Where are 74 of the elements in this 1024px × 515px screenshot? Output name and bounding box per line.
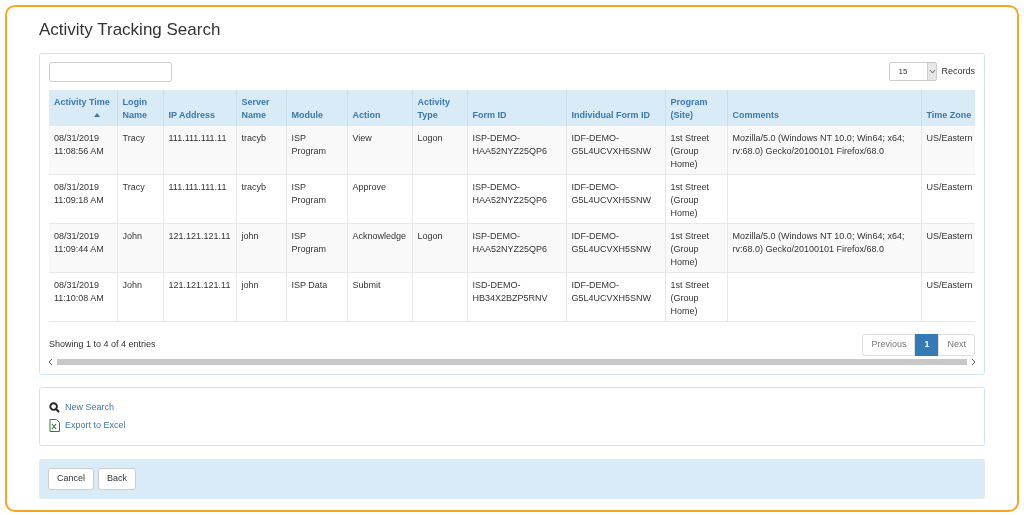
table-cell: Mozilla/5.0 (Windows NT 10.0; Win64; x64; rv:68.0) Gecko/20100101 Firefox/68.0 [732,132,905,156]
table-cell: View [352,132,372,143]
column-header[interactable]: Activity Type [412,89,467,126]
next-button[interactable]: Next [938,334,975,356]
spreadsheet-file-icon [49,418,60,432]
form-button[interactable]: Cancel [48,468,94,490]
table-cell: 1st Street (Group Home) [670,280,710,316]
column-header[interactable]: Server Name [236,89,286,126]
table-cell: Acknowledge [352,231,407,241]
table-cell: John [122,280,143,290]
table-cell: ISP-DEMO-HAA52NYZ25QP6 [472,231,548,254]
column-header[interactable]: Activity Time [49,89,117,126]
table-cell: 1st Street (Group Home) [670,231,710,267]
column-header[interactable]: Action [347,89,412,126]
table-cell: ISP Program [291,132,326,156]
table-cell: ISD-DEMO-HB34X2BZP5RNV [472,280,548,303]
table-cell: john [241,231,259,241]
table-cell: 121.121.121.11 [168,280,231,290]
table-cell: 08/31/2019 11:09:44 AM [54,231,104,254]
records-select[interactable]: 15 [889,62,938,81]
column-header[interactable]: Program (Site) [665,89,727,126]
scroll-right-icon [971,359,975,365]
records-label: Records [941,64,975,78]
table-cell: 111.111.111.11 [168,182,227,192]
table-cell: 121.121.121.11 [168,231,231,241]
table-cell: 08/31/2019 11:08:56 AM [54,132,104,156]
column-header[interactable]: Module [286,89,347,126]
table-cell: 1st Street (Group Home) [670,182,710,218]
search-icon [49,402,60,414]
horizontal-scrollbar[interactable] [49,358,975,366]
table-cell: IDF-DEMO-G5L4UCVXH5SNW [571,182,652,205]
table-cell: US/Eastern [926,132,973,143]
table-cell: tracyb [241,132,266,143]
form-button[interactable]: Back [98,468,137,490]
table-cell: 08/31/2019 11:10:08 AM [54,280,104,303]
table-cell: ISP Program [291,182,326,205]
previous-button[interactable]: Previous [862,334,916,356]
table-cell: ISP Program [291,231,326,254]
table-cell: 1st Street (Group Home) [670,132,710,169]
table-cell: tracyb [241,182,266,192]
table-cell: ISP Data [291,280,328,290]
column-header[interactable]: IP Address [163,89,236,126]
entries-info: Showing 1 to 4 of 4 entries [49,338,156,352]
column-header[interactable]: Login Name [117,89,163,126]
table-cell: ISP-DEMO-HAA52NYZ25QP6 [472,182,548,205]
table-cell: IDF-DEMO-G5L4UCVXH5SNW [571,280,652,303]
page-title: Activity Tracking Search [39,19,222,41]
table-cell: Submit [352,280,381,290]
table-cell: US/Eastern [926,182,973,192]
column-header[interactable]: Form ID [467,89,566,126]
table-cell: ISP-DEMO-HAA52NYZ25QP6 [472,132,548,156]
table-cell: IDF-DEMO-G5L4UCVXH5SNW [571,132,652,156]
table-cell: Logon [417,231,443,241]
table-cell: IDF-DEMO-G5L4UCVXH5SNW [571,231,652,254]
table-cell: US/Eastern [926,231,973,241]
table-cell: John [122,231,143,241]
table-cell: 08/31/2019 11:09:18 AM [54,182,104,205]
action-link[interactable]: New Search [49,401,975,415]
table-cell: Tracy [122,132,145,143]
table-cell: Approve [352,182,387,192]
column-header[interactable]: Time Zone [921,89,975,126]
table-cell: Tracy [122,182,145,192]
table-cell: Mozilla/5.0 (Windows NT 10.0; Win64; x64; rv:68.0) Gecko/20100101 Firefox/68.0 [732,231,905,254]
column-header[interactable]: Comments [727,89,921,126]
table-cell: john [241,280,259,290]
search-field[interactable] [49,61,172,82]
column-header[interactable]: Individual Form ID [566,89,665,126]
table-cell: Logon [417,132,443,143]
table-cell: 111.111.111.11 [168,132,227,143]
page-button[interactable]: 1 [915,334,939,356]
action-link[interactable]: Export to Excel [49,418,975,432]
table-cell: US/Eastern [926,280,973,290]
caret-icon [930,70,935,73]
scroll-left-icon [49,359,53,365]
